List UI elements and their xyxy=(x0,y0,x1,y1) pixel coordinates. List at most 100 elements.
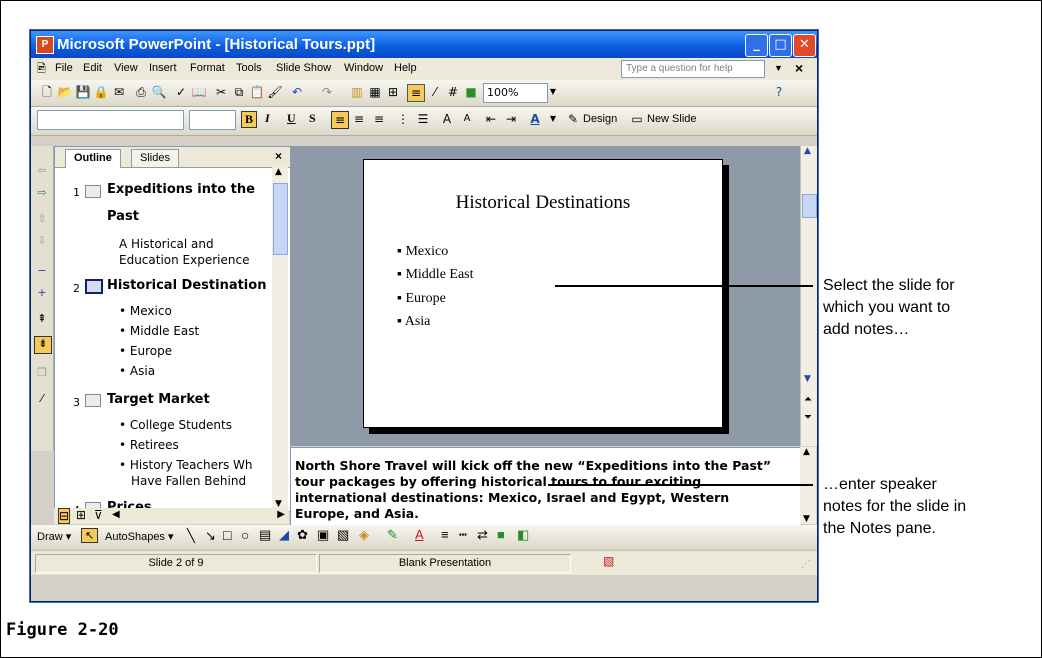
slide-3-bullet[interactable]: • History Teachers Wh xyxy=(119,458,269,472)
powerpoint-app-icon[interactable]: P xyxy=(36,36,54,54)
collapse-icon[interactable]: − xyxy=(34,264,50,280)
wordart-icon[interactable]: ◢ xyxy=(279,527,289,543)
open-icon[interactable]: 📂 xyxy=(57,84,73,100)
slide-sorter-view-icon[interactable]: ⊞ xyxy=(76,508,86,522)
print-icon[interactable]: ⎙ xyxy=(133,84,149,100)
slide-2-bullet[interactable]: • Mexico xyxy=(119,304,172,318)
slide-2-icon[interactable] xyxy=(85,279,103,294)
slide-scroll-down-icon[interactable]: ▼ xyxy=(804,374,811,384)
promote-icon[interactable]: ⇦ xyxy=(34,164,50,180)
shadow-button[interactable]: S xyxy=(309,111,316,126)
font-combo[interactable] xyxy=(37,110,184,130)
document-icon[interactable]: 🖻 xyxy=(37,60,46,79)
demote-icon[interactable]: ⇨ xyxy=(34,186,50,202)
expand-all-outline-icon[interactable]: ⇟ xyxy=(34,336,52,354)
slide-1-line[interactable]: A Historical and xyxy=(119,237,214,251)
menu-window[interactable]: Window xyxy=(344,62,383,74)
menu-file[interactable]: File xyxy=(55,62,73,74)
outline-scrollbar[interactable]: ▲ ▼ xyxy=(272,167,288,509)
tab-outline[interactable]: Outline xyxy=(65,149,121,168)
slide-3-bullet[interactable]: • College Students xyxy=(119,418,232,432)
minimize-button[interactable]: _ xyxy=(745,34,768,57)
help-dropdown-icon[interactable]: ▼ xyxy=(774,63,783,73)
line-style-icon[interactable]: ≡ xyxy=(441,527,449,542)
clip-art-icon[interactable]: ▣ xyxy=(317,527,329,543)
paste-icon[interactable]: 📋 xyxy=(249,84,265,100)
menu-format[interactable]: Format xyxy=(190,62,225,74)
undo-icon[interactable]: ↶ xyxy=(289,84,305,100)
menu-tools[interactable]: Tools xyxy=(236,62,262,74)
align-center-icon[interactable]: ≡ xyxy=(351,111,367,127)
shadow-style-icon[interactable]: ■ xyxy=(497,527,505,542)
font-color-dropdown-icon[interactable]: ▼ xyxy=(545,111,561,127)
notes-scroll-down-icon[interactable]: ▼ xyxy=(803,514,810,524)
cut-icon[interactable]: ✂ xyxy=(213,84,229,100)
arrow-style-icon[interactable]: ⇄ xyxy=(477,527,488,543)
new-icon[interactable]: 🗋 xyxy=(39,84,55,100)
email-icon[interactable]: ✉ xyxy=(111,84,127,100)
document-close-button[interactable]: × xyxy=(795,60,803,76)
draw-menu[interactable]: Draw ▾ xyxy=(37,530,71,543)
decrease-indent-icon[interactable]: ⇤ xyxy=(483,111,499,127)
bold-button[interactable]: B xyxy=(241,111,258,128)
select-objects-icon[interactable]: ↖ xyxy=(81,528,99,543)
menu-slide-show[interactable]: Slide Show xyxy=(276,62,331,74)
font-size-combo[interactable] xyxy=(189,110,236,130)
help-icon[interactable]: ? xyxy=(771,84,787,100)
current-slide[interactable]: Historical Destinations ▪ Mexico ▪ Middl… xyxy=(363,159,723,428)
slide-2-title[interactable]: Historical Destinations xyxy=(107,278,267,293)
close-button[interactable]: ✕ xyxy=(793,34,816,57)
dash-style-icon[interactable]: ┅ xyxy=(459,527,467,543)
slide-2-bullet[interactable]: • Europe xyxy=(119,344,172,358)
menu-edit[interactable]: Edit xyxy=(83,62,102,74)
print-preview-icon[interactable]: 🔍 xyxy=(151,84,167,100)
new-slide-button[interactable]: New Slide xyxy=(647,113,697,125)
insert-chart-icon[interactable]: ▥ xyxy=(349,84,365,100)
insert-table-icon[interactable]: ▦ xyxy=(367,84,383,100)
format-painter-icon[interactable]: 🖌 xyxy=(267,84,283,100)
tab-slides[interactable]: Slides xyxy=(131,149,179,167)
zoom-dropdown-icon[interactable]: ▼ xyxy=(545,84,561,100)
next-slide-icon[interactable]: ⏷ xyxy=(804,412,812,423)
new-slide-icon[interactable]: ▭ xyxy=(629,111,645,127)
show-formatting-outline-icon[interactable]: ⁄ xyxy=(34,392,50,408)
slide-bullet[interactable]: ▪ Asia xyxy=(397,314,430,330)
slide-bullet[interactable]: ▪ Middle East xyxy=(397,267,474,283)
show-formatting-icon[interactable]: ⁄ xyxy=(427,84,443,100)
zoom-combo[interactable]: 100% xyxy=(483,83,548,103)
slide-1-title[interactable]: Expeditions into the xyxy=(107,182,255,197)
help-search-input[interactable]: Type a question for help xyxy=(621,60,765,78)
slide-bullet[interactable]: ▪ Europe xyxy=(397,291,446,307)
move-up-icon[interactable]: ⇧ xyxy=(34,212,50,228)
fill-color-icon[interactable]: ◈ xyxy=(359,527,369,543)
slide-3-bullet[interactable]: Have Fallen Behind xyxy=(131,474,246,488)
scroll-right-icon[interactable]: ▶ xyxy=(277,509,285,520)
bullets-icon[interactable]: ☰ xyxy=(415,111,431,127)
outline-pane-close-button[interactable]: × xyxy=(275,149,282,163)
expand-all-icon[interactable]: ≡ xyxy=(407,84,425,102)
notes-scroll-up-icon[interactable]: ▲ xyxy=(803,447,810,457)
slide-show-view-icon[interactable]: ⊽ xyxy=(94,508,103,522)
summary-slide-icon[interactable]: ❐ xyxy=(34,366,50,382)
slide-title[interactable]: Historical Destinations xyxy=(364,192,722,214)
slide-1-title-cont[interactable]: Past xyxy=(107,209,139,224)
oval-icon[interactable]: ○ xyxy=(241,527,249,543)
arrow-icon[interactable]: ↘ xyxy=(205,528,216,544)
scroll-up-icon[interactable]: ▲ xyxy=(275,167,282,177)
slide-2-bullet[interactable]: • Asia xyxy=(119,364,155,378)
3d-style-icon[interactable]: ◧ xyxy=(517,527,529,543)
outline-scroll-thumb[interactable] xyxy=(273,183,288,255)
expand-icon[interactable]: + xyxy=(34,286,50,302)
rectangle-icon[interactable]: □ xyxy=(223,527,231,543)
spelling-icon[interactable]: ✓ xyxy=(173,84,189,100)
slide-3-icon[interactable] xyxy=(85,394,101,407)
grid-icon[interactable]: # xyxy=(445,84,461,100)
permission-icon[interactable]: 🔒 xyxy=(93,84,109,100)
text-box-icon[interactable]: ▤ xyxy=(259,527,271,543)
notes-pane[interactable]: North Shore Travel will kick off the new… xyxy=(290,447,802,526)
slide-scroll-thumb[interactable] xyxy=(802,194,817,218)
maximize-button[interactable]: □ xyxy=(769,34,792,57)
drawing-font-color-icon[interactable]: A xyxy=(415,527,424,542)
tables-borders-icon[interactable]: ⊞ xyxy=(385,84,401,100)
menu-help[interactable]: Help xyxy=(394,62,417,74)
